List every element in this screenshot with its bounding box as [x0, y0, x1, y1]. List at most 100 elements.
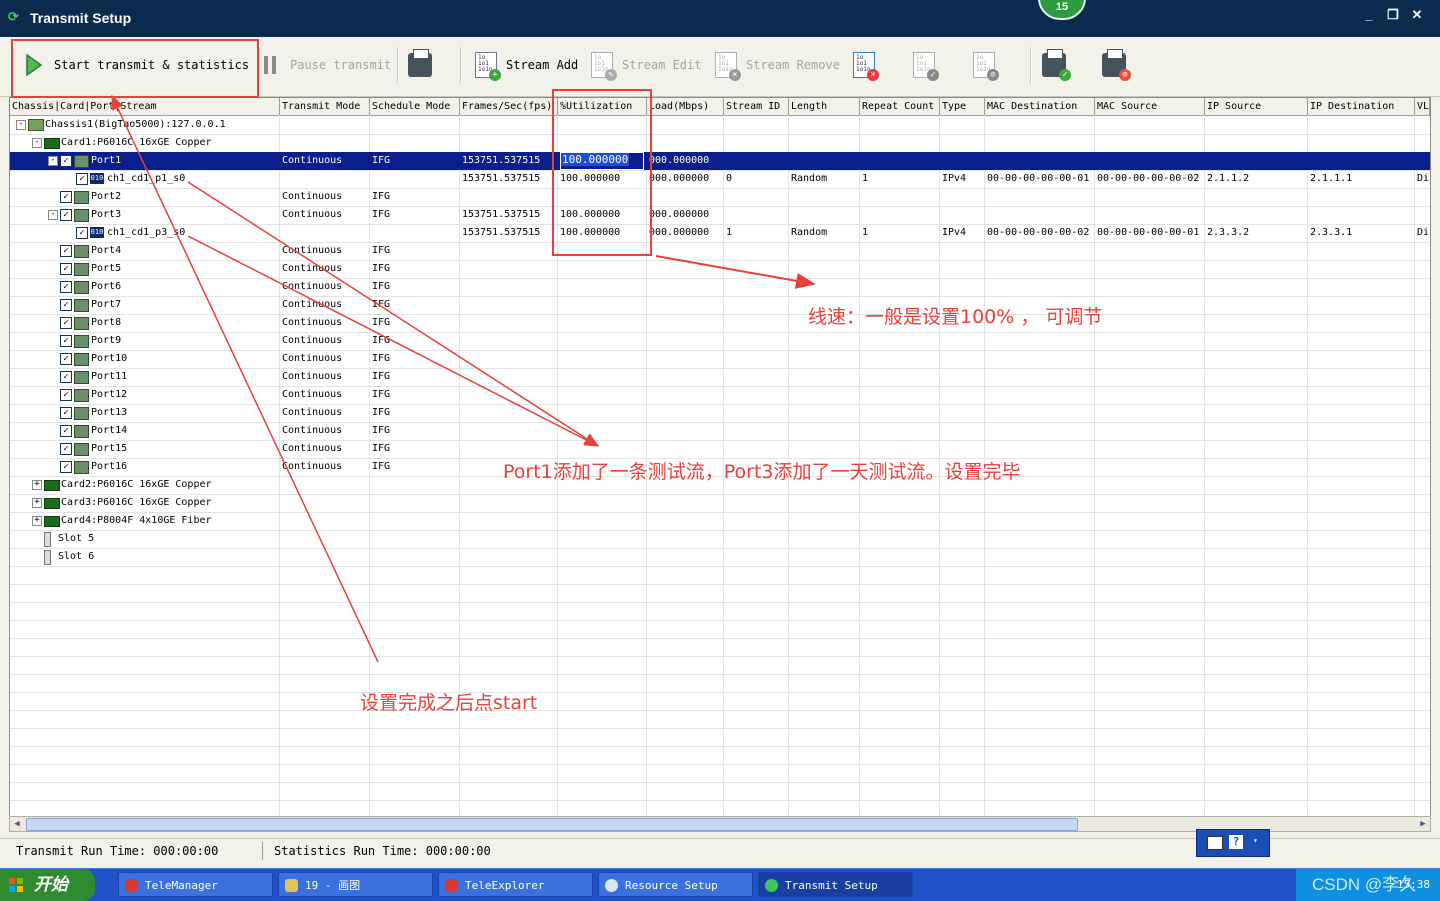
cell-frames-per-sec[interactable]: 153751.537515 — [462, 206, 557, 224]
cell-transmit-mode[interactable]: Continuous — [282, 458, 369, 476]
cell-transmit-mode[interactable]: Continuous — [282, 332, 369, 350]
collapse-icon[interactable]: - — [48, 156, 58, 166]
cell-stream-id[interactable]: 1 — [726, 224, 788, 242]
cell-mac-destination[interactable]: 00-00-00-00-00-02 — [987, 224, 1094, 242]
column-header-frames-per-sec[interactable]: Frames/Sec(fps) — [460, 98, 558, 115]
table-row[interactable]: + Card3:P6016C 16xGE Copper — [10, 494, 1430, 513]
tree-label[interactable]: Port1 — [91, 152, 121, 170]
tree-label[interactable]: Port4 — [91, 242, 121, 260]
cell-load-mbps[interactable]: 000.000000 — [649, 224, 723, 242]
tree-label[interactable]: Port13 — [91, 404, 127, 422]
taskbar-item-paint[interactable]: 19 - 画图 — [278, 872, 433, 897]
column-header-repeat-count[interactable]: Repeat Count — [860, 98, 940, 115]
table-row[interactable]: ✓ 010 ch1_cd1_p3_s0 153751.537515 100.000000… — [10, 224, 1430, 243]
stream-edit-button[interactable]: 1o 1o1 1o1o ✎ Stream Edit — [588, 47, 701, 83]
column-header-vlan[interactable]: VL — [1415, 98, 1430, 115]
tree-label[interactable]: Port6 — [91, 278, 121, 296]
cell-length[interactable]: Random — [791, 170, 859, 188]
cell-schedule-mode[interactable]: IFG — [372, 206, 459, 224]
enable-checkbox[interactable]: ✓ — [60, 389, 72, 401]
enable-checkbox[interactable]: ✓ — [60, 461, 72, 473]
enable-checkbox[interactable]: ✓ — [60, 407, 72, 419]
cell-load-mbps[interactable]: 000.000000 — [649, 152, 723, 170]
cell-schedule-mode[interactable]: IFG — [372, 368, 459, 386]
table-row[interactable]: - Chassis1(BigTao5000):127.0.0.1 — [10, 116, 1430, 135]
cell-frames-per-sec[interactable]: 153751.537515 — [462, 152, 557, 170]
table-row[interactable]: ✓ Port9 Continuous IFG — [10, 332, 1430, 351]
tree-label[interactable]: Card4:P8004F 4x10GE Fiber — [61, 512, 212, 530]
table-row[interactable]: ✓ Port5 Continuous IFG — [10, 260, 1430, 279]
expand-icon[interactable]: + — [32, 516, 42, 526]
expand-icon[interactable]: + — [32, 480, 42, 490]
enable-checkbox[interactable]: ✓ — [60, 155, 72, 167]
keyboard-icon[interactable] — [1207, 836, 1223, 850]
cell-schedule-mode[interactable]: IFG — [372, 386, 459, 404]
expand-icon[interactable]: + — [32, 498, 42, 508]
tree-label[interactable]: Card2:P6016C 16xGE Copper — [61, 476, 212, 494]
table-row[interactable]: - Card1:P6016C 16xGE Copper — [10, 134, 1430, 153]
scroll-thumb[interactable] — [26, 818, 1078, 831]
minimize-button[interactable]: _ — [1360, 6, 1378, 24]
cell-type[interactable]: IPv4 — [942, 224, 984, 242]
cell-mac-source[interactable]: 00-00-00-00-00-02 — [1097, 170, 1204, 188]
start-button[interactable]: 开始 — [0, 869, 95, 901]
tree-label[interactable]: ch1_cd1_p3_s0 — [107, 224, 185, 242]
collapse-icon[interactable]: - — [48, 210, 58, 220]
cell-transmit-mode[interactable]: Continuous — [282, 368, 369, 386]
table-row[interactable]: ✓ Port7 Continuous IFG — [10, 296, 1430, 315]
chevron-down-icon[interactable]: ▾ — [1253, 836, 1258, 845]
enable-checkbox[interactable]: ✓ — [60, 443, 72, 455]
cell-transmit-mode[interactable]: Continuous — [282, 296, 369, 314]
enable-checkbox[interactable]: ✓ — [60, 191, 72, 203]
cell-load-mbps[interactable]: 000.000000 — [649, 170, 723, 188]
tree-label[interactable]: Port11 — [91, 368, 127, 386]
table-row[interactable]: ✓ Port4 Continuous IFG — [10, 242, 1430, 261]
cell-type[interactable]: IPv4 — [942, 170, 984, 188]
cell-schedule-mode[interactable]: IFG — [372, 350, 459, 368]
tree-label[interactable]: Port7 — [91, 296, 121, 314]
cell-schedule-mode[interactable]: IFG — [372, 458, 459, 476]
pause-transmit-button[interactable]: Pause transmit — [256, 47, 391, 83]
enable-checkbox[interactable]: ✓ — [60, 353, 72, 365]
enable-checkbox[interactable]: ✓ — [60, 281, 72, 293]
cell-schedule-mode[interactable]: IFG — [372, 314, 459, 332]
table-row[interactable]: ✓ Port8 Continuous IFG — [10, 314, 1430, 333]
cell-transmit-mode[interactable]: Continuous — [282, 260, 369, 278]
ime-toolbar[interactable]: ? ▾ — [1196, 829, 1270, 857]
table-row[interactable]: ✓ Port10 Continuous IFG — [10, 350, 1430, 369]
column-header-stream-id[interactable]: Stream ID — [724, 98, 789, 115]
tree-label[interactable]: Slot 5 — [58, 530, 94, 548]
enable-checkbox[interactable]: ✓ — [76, 227, 88, 239]
cell-transmit-mode[interactable]: Continuous — [282, 440, 369, 458]
column-header-ip-destination[interactable]: IP Destination — [1308, 98, 1415, 115]
tree-label[interactable]: Port14 — [91, 422, 127, 440]
tree-label[interactable]: Slot 6 — [58, 548, 94, 566]
cell-transmit-mode[interactable]: Continuous — [282, 278, 369, 296]
cell-stream-id[interactable]: 0 — [726, 170, 788, 188]
cell-schedule-mode[interactable]: IFG — [372, 332, 459, 350]
close-button[interactable]: ✕ — [1408, 6, 1426, 24]
column-header-ip-source[interactable]: IP Source — [1205, 98, 1308, 115]
cell-schedule-mode[interactable]: IFG — [372, 242, 459, 260]
table-row[interactable]: ✓ Port6 Continuous IFG — [10, 278, 1430, 297]
cell-transmit-mode[interactable]: Continuous — [282, 206, 369, 224]
cell-schedule-mode[interactable]: IFG — [372, 440, 459, 458]
table-row[interactable]: ✓ Port12 Continuous IFG — [10, 386, 1430, 405]
cell-mac-destination[interactable]: 00-00-00-00-00-01 — [987, 170, 1094, 188]
table-row[interactable]: ✓ Port2 Continuous IFG — [10, 188, 1430, 207]
stream-clear-button[interactable]: 1o 1o1 1o1o × — [850, 47, 879, 83]
help-icon[interactable]: ? — [1229, 835, 1243, 849]
cell-frames-per-sec[interactable]: 153751.537515 — [462, 224, 557, 242]
scroll-left-arrow-icon[interactable]: ◀ — [10, 817, 24, 831]
stream-add-button[interactable]: 1o 1o1 1o1o + Stream Add — [472, 47, 578, 83]
cell-length[interactable]: Random — [791, 224, 859, 242]
maximize-button[interactable]: ❐ — [1384, 6, 1402, 24]
cell-schedule-mode[interactable]: IFG — [372, 188, 459, 206]
cell-transmit-mode[interactable]: Continuous — [282, 242, 369, 260]
cell-ip-destination[interactable]: 2.3.3.1 — [1310, 224, 1414, 242]
column-header-length[interactable]: Length — [789, 98, 860, 115]
enable-checkbox[interactable]: ✓ — [60, 371, 72, 383]
cell-mac-source[interactable]: 00-00-00-00-00-01 — [1097, 224, 1204, 242]
cell-transmit-mode[interactable]: Continuous — [282, 422, 369, 440]
taskbar-item-transmit-setup[interactable]: Transmit Setup — [758, 872, 913, 897]
